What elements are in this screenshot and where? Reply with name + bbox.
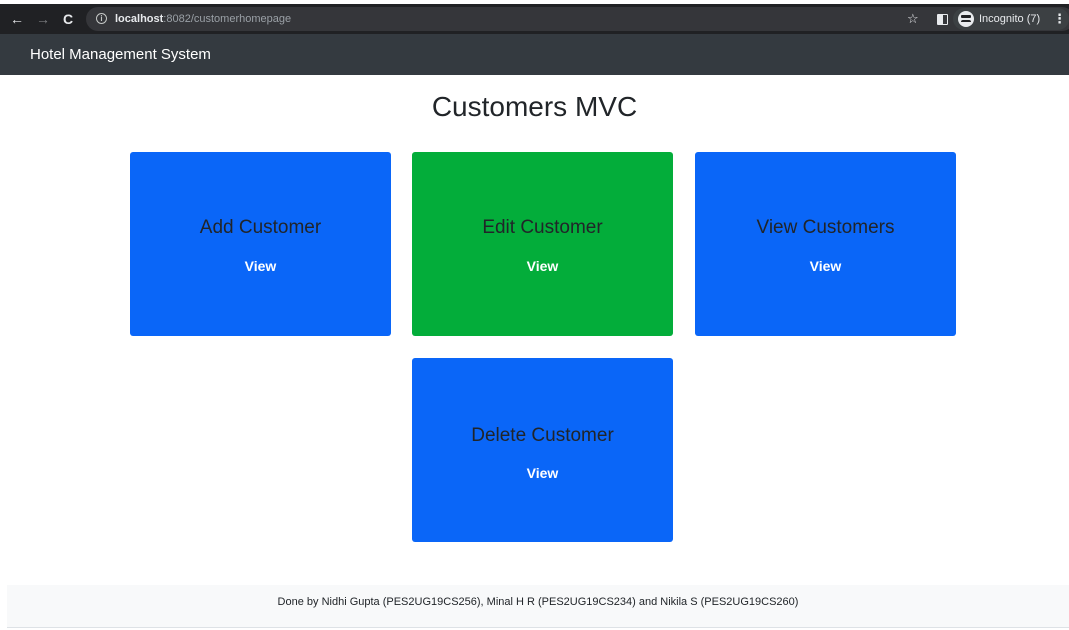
- view-customers-view-link[interactable]: View: [695, 257, 956, 275]
- navbar-brand[interactable]: Hotel Management System: [30, 46, 211, 64]
- incognito-label: Incognito (7): [979, 13, 1041, 25]
- forward-arrow-icon[interactable]: →: [35, 11, 51, 27]
- reload-icon[interactable]: C: [60, 11, 76, 27]
- incognito-profile-button[interactable]: Incognito (7): [953, 8, 1069, 30]
- edit-customer-card: Edit Customer View: [412, 152, 673, 336]
- footer: Done by Nidhi Gupta (PES2UG19CS256), Min…: [7, 585, 1069, 628]
- star-icon[interactable]: ☆: [907, 10, 919, 28]
- add-customer-card: Add Customer View: [130, 152, 391, 336]
- info-icon[interactable]: i: [96, 13, 107, 24]
- view-customers-card: View Customers View: [695, 152, 956, 336]
- incognito-icon: [958, 11, 974, 27]
- card-title: Delete Customer: [471, 425, 614, 446]
- url-text[interactable]: localhost:8082/customerhomepage: [115, 12, 291, 26]
- card-title: Edit Customer: [482, 217, 603, 238]
- add-customer-view-link[interactable]: View: [130, 257, 391, 275]
- kebab-menu-icon[interactable]: ⋮: [1053, 11, 1066, 27]
- address-bar[interactable]: i localhost:8082/customerhomepage ☆ Inco…: [86, 7, 1069, 31]
- card-title: View Customers: [756, 217, 895, 238]
- browser-toolbar: ← → C i localhost:8082/customerhomepage …: [0, 0, 1069, 34]
- card-title: Add Customer: [199, 217, 322, 238]
- delete-customer-card: Delete Customer View: [412, 358, 673, 542]
- page-title: Customers MVC: [431, 91, 638, 122]
- footer-credits: Done by Nidhi Gupta (PES2UG19CS256), Min…: [277, 596, 799, 608]
- back-arrow-icon[interactable]: ←: [9, 11, 25, 27]
- delete-customer-view-link[interactable]: View: [412, 464, 673, 482]
- side-panel-icon[interactable]: [937, 14, 948, 25]
- navbar: Hotel Management System: [0, 34, 1069, 75]
- edit-customer-view-link[interactable]: View: [412, 257, 673, 275]
